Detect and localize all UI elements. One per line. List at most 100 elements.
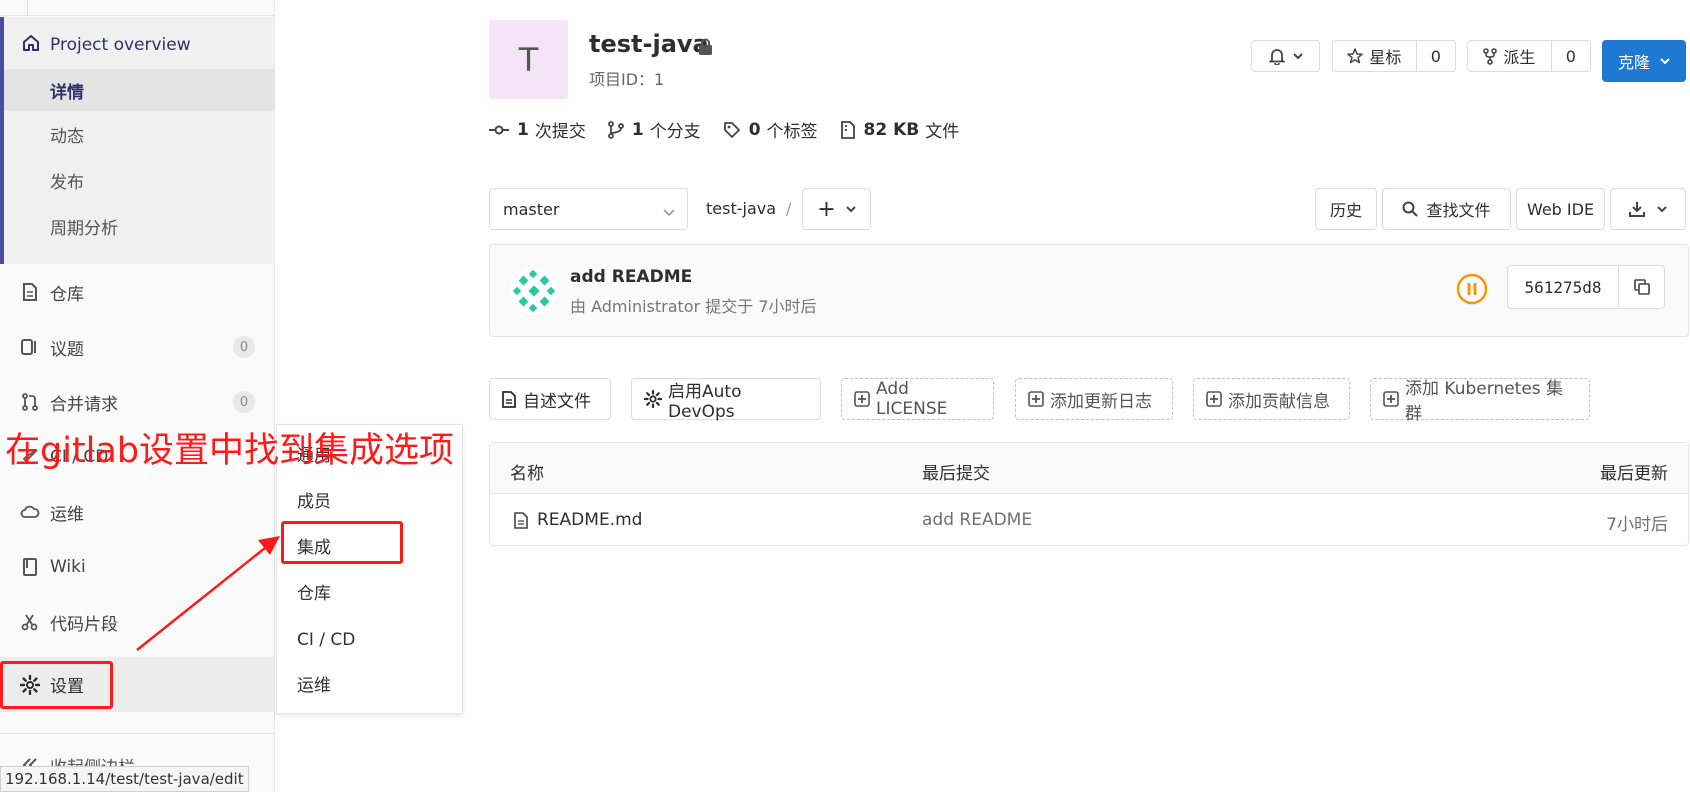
readme-button[interactable]: 自述文件 xyxy=(489,378,611,420)
download-dropdown[interactable] xyxy=(1610,188,1686,230)
sidebar-item-issues[interactable]: 议题 0 xyxy=(0,327,275,367)
sidebar-item-label: 动态 xyxy=(50,126,84,147)
branch-icon xyxy=(607,120,624,139)
sidebar-item-project-overview[interactable]: Project overview xyxy=(4,25,279,65)
sidebar-item-cycle-analytics[interactable]: 周期分析 xyxy=(4,206,279,246)
file-last-commit-cell[interactable]: add README xyxy=(922,510,1032,530)
stat-branches[interactable]: 1 个分支 xyxy=(607,117,701,142)
copy-sha-button[interactable] xyxy=(1618,266,1664,308)
commit-icon xyxy=(489,124,509,136)
star-button-group: 星标 0 xyxy=(1332,40,1456,72)
action-label: 添加贡献信息 xyxy=(1228,391,1330,412)
chevron-down-icon xyxy=(846,205,856,213)
pipeline-paused-icon[interactable] xyxy=(1456,273,1488,305)
copy-icon xyxy=(1633,279,1650,295)
stat-commits[interactable]: 1 次提交 xyxy=(489,117,586,142)
book-icon xyxy=(20,558,40,576)
star-button[interactable]: 星标 xyxy=(1333,41,1416,71)
chevron-down-icon xyxy=(1657,205,1667,213)
annotation-text: 在gitlab设置中找到集成选项 xyxy=(5,431,455,471)
file-last-update-cell: 7小时后 xyxy=(1606,515,1668,535)
sidebar-item-label: 发布 xyxy=(50,172,84,193)
commit-sha[interactable]: 561275d8 xyxy=(1508,266,1618,308)
plus-square-icon xyxy=(854,391,870,407)
enable-auto-devops-button[interactable]: 启用Auto DevOps xyxy=(631,378,821,422)
scissors-icon xyxy=(20,613,40,631)
sidebar-item-label: 详情 xyxy=(50,82,84,103)
sidebar-top-bar xyxy=(0,0,275,16)
stat-files[interactable]: 82 KB 文件 xyxy=(840,117,960,142)
flyout-item-ci-cd[interactable]: CI / CD xyxy=(297,627,355,653)
sidebar-item-snippets[interactable]: 代码片段 xyxy=(0,602,275,642)
issues-count-badge: 0 xyxy=(233,336,255,358)
file-icon xyxy=(20,283,40,301)
committer-avatar[interactable] xyxy=(510,267,558,315)
add-license-button[interactable]: Add LICENSE xyxy=(841,378,994,420)
stat-tags[interactable]: 0 个标签 xyxy=(723,117,818,142)
file-name-cell[interactable]: README.md xyxy=(514,510,642,530)
star-label: 星标 xyxy=(1369,48,1402,67)
clone-label: 克隆 xyxy=(1617,53,1650,72)
sidebar-item-label: 周期分析 xyxy=(50,218,118,239)
gear-icon xyxy=(644,390,662,408)
fork-count[interactable]: 0 xyxy=(1550,41,1590,71)
breadcrumb-root[interactable]: test-java xyxy=(706,199,776,218)
column-header-last-commit: 最后提交 xyxy=(922,464,990,484)
branch-name: master xyxy=(503,199,560,219)
add-contributing-button[interactable]: 添加贡献信息 xyxy=(1193,378,1350,420)
sidebar-item-details[interactable]: 详情 xyxy=(4,69,275,111)
issues-icon xyxy=(20,338,40,356)
sidebar-item-operations[interactable]: 运维 xyxy=(0,492,275,532)
flyout-item-operations[interactable]: 运维 xyxy=(297,673,331,699)
commit-title[interactable]: add README xyxy=(570,267,692,287)
cloud-gear-icon xyxy=(20,503,40,521)
bell-icon xyxy=(1268,48,1285,65)
add-changelog-button[interactable]: 添加更新日志 xyxy=(1015,378,1173,420)
sidebar-item-merge-requests[interactable]: 合并请求 0 xyxy=(0,382,275,422)
flyout-item-members[interactable]: 成员 xyxy=(297,489,331,515)
chevron-down-icon xyxy=(663,202,675,221)
stat-label: 文件 xyxy=(925,122,960,142)
project-overview-section: Project overview 详情 动态 发布 周期分析 xyxy=(0,17,275,264)
web-ide-button[interactable]: Web IDE xyxy=(1516,188,1605,230)
flyout-item-repository[interactable]: 仓库 xyxy=(297,581,331,607)
sidebar-divider xyxy=(0,733,275,734)
stat-label: 个分支 xyxy=(649,122,701,142)
notification-dropdown[interactable] xyxy=(1251,40,1320,72)
download-icon xyxy=(1629,201,1645,217)
lock-icon xyxy=(699,38,712,55)
sidebar-item-wiki[interactable]: Wiki xyxy=(0,547,275,587)
project-stats: 1 次提交 1 个分支 0 个标签 82 KB 文件 xyxy=(489,117,981,142)
plus-icon: + xyxy=(817,196,836,222)
file-name: README.md xyxy=(537,510,643,530)
add-file-dropdown[interactable]: + xyxy=(802,188,871,230)
merge-request-icon xyxy=(20,393,40,411)
clone-button[interactable]: 克隆 xyxy=(1602,40,1686,82)
file-icon xyxy=(514,511,529,529)
stat-value: 82 KB xyxy=(863,119,920,140)
sidebar-item-activity[interactable]: 动态 xyxy=(4,114,279,154)
web-ide-label: Web IDE xyxy=(1526,199,1595,219)
history-button[interactable]: 历史 xyxy=(1315,188,1377,230)
add-kubernetes-cluster-button[interactable]: 添加 Kubernetes 集群 xyxy=(1370,378,1590,424)
stat-label: 个标签 xyxy=(766,122,818,142)
sidebar-context-tab[interactable] xyxy=(0,0,28,16)
fork-label: 派生 xyxy=(1503,48,1536,67)
status-bar-url: 192.168.1.14/test/test-java/edit xyxy=(0,766,249,792)
search-icon xyxy=(1402,201,1419,217)
fork-icon xyxy=(1483,47,1498,65)
column-header-name: 名称 xyxy=(510,464,544,484)
fork-button[interactable]: 派生 xyxy=(1468,41,1551,71)
sidebar-item-label: 代码片段 xyxy=(50,614,118,635)
stat-value: 1 xyxy=(517,119,529,140)
chevron-down-icon xyxy=(1660,57,1670,65)
find-file-button[interactable]: 查找文件 xyxy=(1382,188,1511,230)
commit-meta: 由 Administrator 提交于 7小时后 xyxy=(570,297,817,316)
sidebar-item-repository[interactable]: 仓库 xyxy=(0,272,275,312)
tag-icon xyxy=(723,121,741,139)
stat-value: 0 xyxy=(748,119,761,140)
plus-square-icon xyxy=(1206,391,1222,407)
sidebar-item-releases[interactable]: 发布 xyxy=(4,160,279,200)
star-count[interactable]: 0 xyxy=(1415,41,1455,71)
branch-select[interactable]: master xyxy=(489,188,688,230)
